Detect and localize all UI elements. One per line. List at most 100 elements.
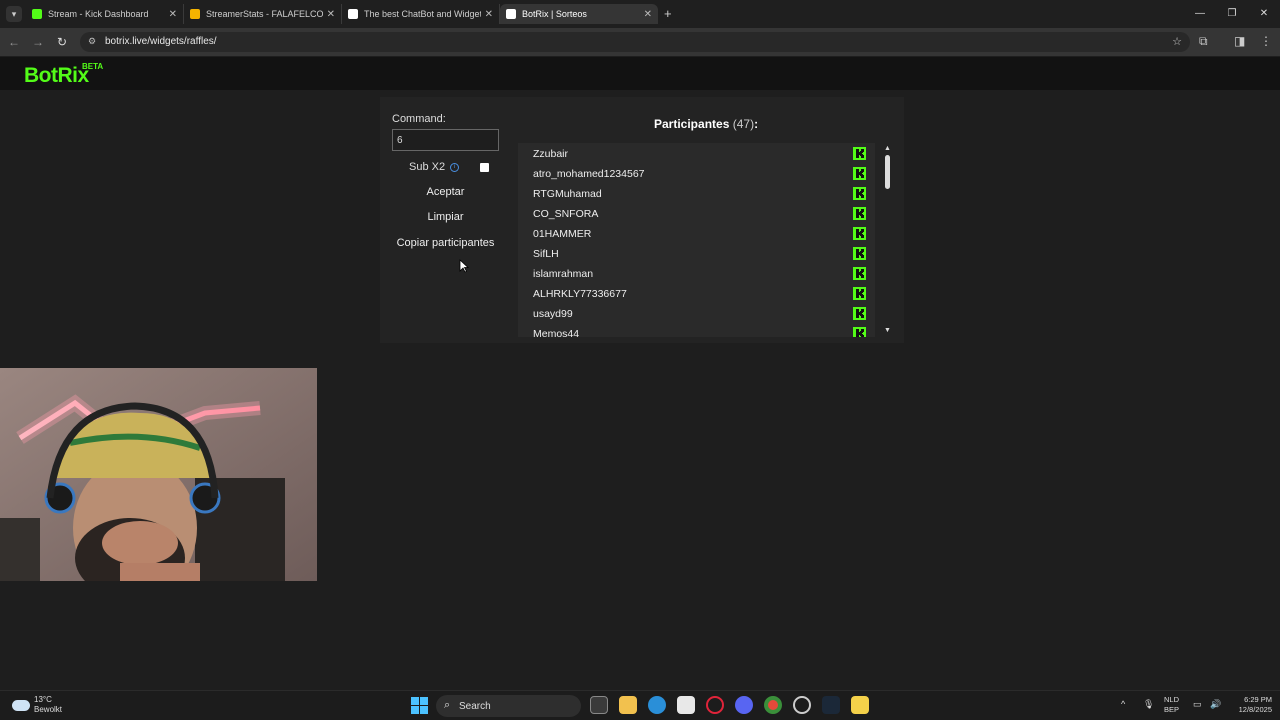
participant-name: atro_mohamed1234567 xyxy=(533,168,645,180)
reload-icon[interactable]: ↻ xyxy=(54,34,70,50)
app-icon[interactable] xyxy=(793,696,811,714)
tab-title: StreamerStats - FALAFELCO Pro xyxy=(206,9,323,19)
restore-icon[interactable]: ❐ xyxy=(1216,0,1248,28)
participants-heading: Participantes (47): xyxy=(654,117,758,131)
kick-icon xyxy=(853,147,866,160)
browser-toolbar: ← → ↻ ⚙ botrix.live/widgets/raffles/ ☆ ⧉… xyxy=(0,28,1280,56)
edge-icon[interactable] xyxy=(648,696,666,714)
info-icon[interactable]: i xyxy=(450,162,460,172)
profile-icon[interactable]: ◨ xyxy=(1234,34,1245,48)
browser-tab[interactable]: Stream - Kick Dashboard ✕ xyxy=(26,4,184,24)
clear-button[interactable]: Limpiar xyxy=(392,207,499,228)
mouse-cursor-icon xyxy=(459,259,469,273)
tab-favicon-icon xyxy=(348,9,358,19)
browser-tab[interactable]: StreamerStats - FALAFELCO Pro ✕ xyxy=(184,4,342,24)
minimize-icon[interactable]: — xyxy=(1184,0,1216,28)
participant-row: Zzubair xyxy=(518,143,875,163)
participants-list[interactable]: Zzubair atro_mohamed1234567 RTGMuhamad CO_S… xyxy=(518,143,875,337)
participant-row: SifLH xyxy=(518,243,875,263)
kick-icon xyxy=(853,247,866,260)
participants-scrollbar[interactable]: ▲ ▼ xyxy=(882,143,892,337)
participant-row: islamrahman xyxy=(518,263,875,283)
browser-menu-icon[interactable]: ⋮ xyxy=(1260,34,1272,48)
tray-chevron-icon[interactable]: ^ xyxy=(1121,699,1125,709)
new-tab-icon[interactable]: + xyxy=(664,6,672,21)
botrix-logo[interactable]: BotRix xyxy=(24,64,89,88)
site-header: BotRix BETA xyxy=(0,57,1280,90)
tab-favicon-icon xyxy=(32,9,42,19)
opera-icon[interactable] xyxy=(706,696,724,714)
accept-button[interactable]: Aceptar xyxy=(392,182,499,203)
browser-tab-strip: ▾ Stream - Kick Dashboard ✕ StreamerStats … xyxy=(0,0,1280,28)
browser-tab[interactable]: BotRix | Sorteos ✕ xyxy=(500,4,658,24)
store-icon[interactable] xyxy=(677,696,695,714)
weather-widget[interactable]: 13°C Bewolkt xyxy=(12,695,62,715)
sub-x2-checkbox[interactable] xyxy=(480,163,489,172)
participant-row: atro_mohamed1234567 xyxy=(518,163,875,183)
bookmark-star-icon[interactable]: ☆ xyxy=(1172,35,1182,48)
network-icon[interactable]: ▭ xyxy=(1193,699,1202,710)
participant-name: usayd99 xyxy=(533,308,573,320)
cloud-icon xyxy=(12,699,30,711)
language-indicator[interactable]: NLD BEP xyxy=(1164,695,1179,715)
participant-name: SifLH xyxy=(533,248,559,260)
keyboard-layout: BEP xyxy=(1164,705,1180,714)
site-info-icon[interactable]: ⚙ xyxy=(88,36,96,47)
kick-icon xyxy=(853,287,866,300)
tab-title: BotRix | Sorteos xyxy=(522,9,587,19)
forward-icon[interactable]: → xyxy=(30,34,46,50)
weather-condition: Bewolkt xyxy=(34,705,63,714)
chrome-icon[interactable] xyxy=(764,696,782,714)
windows-start-icon[interactable] xyxy=(411,697,428,714)
tab-close-icon[interactable]: ✕ xyxy=(485,9,493,20)
close-window-icon[interactable]: ✕ xyxy=(1248,0,1280,28)
participant-name: CO_SNFORA xyxy=(533,208,599,220)
tab-list: Stream - Kick Dashboard ✕ StreamerStats - … xyxy=(26,4,658,24)
kick-icon xyxy=(853,187,866,200)
participant-row: Memos44 xyxy=(518,323,875,337)
steam-icon[interactable] xyxy=(822,696,840,714)
discord-icon[interactable] xyxy=(735,696,753,714)
volume-icon[interactable]: 🔊 xyxy=(1210,699,1221,710)
participant-name: Memos44 xyxy=(533,328,580,337)
kick-icon xyxy=(853,267,866,280)
participant-name: ALHRKLY77336677 xyxy=(533,288,627,300)
file-explorer-icon[interactable] xyxy=(619,696,637,714)
copy-participants-button[interactable]: Copiar participantes xyxy=(392,233,499,254)
participants-suffix: : xyxy=(754,117,759,131)
address-bar[interactable]: ⚙ botrix.live/widgets/raffles/ ☆ xyxy=(80,32,1190,52)
participant-row: usayd99 xyxy=(518,303,875,323)
tab-title: The best ChatBot and Widgets xyxy=(364,9,481,19)
system-clock[interactable]: 6:29 PM 12/8/2025 xyxy=(1226,695,1272,715)
extensions-icon[interactable]: ⧉ xyxy=(1199,34,1208,49)
scroll-up-icon[interactable]: ▲ xyxy=(884,145,891,152)
pinned-app-icon[interactable] xyxy=(851,696,869,714)
sub-x2-row: Sub X2 i xyxy=(409,161,460,173)
beta-badge: BETA xyxy=(82,62,104,71)
clock-time: 6:29 PM xyxy=(1244,695,1272,704)
task-view-icon[interactable] xyxy=(590,696,608,714)
kick-icon xyxy=(853,167,866,180)
scroll-down-icon[interactable]: ▼ xyxy=(884,327,891,334)
clock-date: 12/8/2025 xyxy=(1238,705,1272,714)
webcam-feed xyxy=(0,368,317,581)
tab-close-icon[interactable]: ✕ xyxy=(169,9,177,20)
tab-search-menu-icon[interactable]: ▾ xyxy=(6,6,22,22)
url-text[interactable]: botrix.live/widgets/raffles/ xyxy=(105,36,217,47)
back-icon[interactable]: ← xyxy=(6,34,22,50)
tab-close-icon[interactable]: ✕ xyxy=(327,9,335,20)
search-label: Search xyxy=(459,701,491,712)
scroll-thumb[interactable] xyxy=(885,155,890,189)
kick-icon xyxy=(853,207,866,220)
taskbar-search[interactable]: ⌕ Search xyxy=(436,695,581,717)
tab-close-icon[interactable]: ✕ xyxy=(644,9,652,20)
command-input[interactable] xyxy=(392,129,499,151)
participant-row: CO_SNFORA xyxy=(518,203,875,223)
kick-icon xyxy=(853,327,866,337)
window-controls: — ❐ ✕ xyxy=(1184,0,1280,28)
browser-tab[interactable]: The best ChatBot and Widgets ✕ xyxy=(342,4,500,24)
microphone-icon[interactable]: 🎙 xyxy=(1143,699,1154,710)
sub-x2-label: Sub X2 xyxy=(409,161,446,173)
kick-icon xyxy=(853,307,866,320)
windows-taskbar: 13°C Bewolkt ⌕ Search ^ 🎙 NLD BEP ▭ 🔊 6:… xyxy=(0,690,1280,720)
